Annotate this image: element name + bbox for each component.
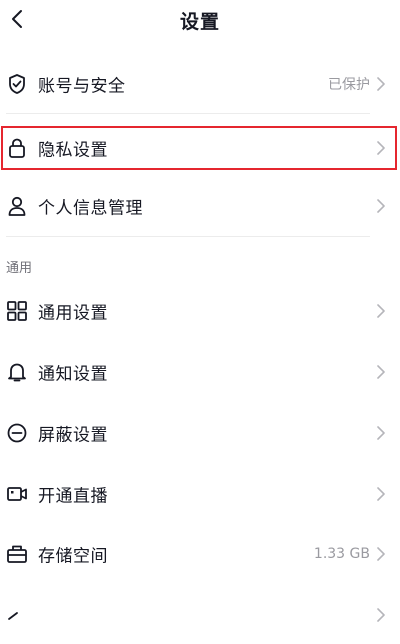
chevron-right-icon <box>377 199 385 213</box>
menu-item-label: 个人信息管理 <box>38 198 143 219</box>
chevron-right-icon <box>377 608 385 622</box>
menu-item-label: 存储空间 <box>38 546 108 567</box>
menu-item-label: 通知设置 <box>38 364 108 385</box>
section-title-general: 通用 <box>6 261 33 276</box>
menu-item-live-streaming[interactable]: 开通直播 <box>0 465 400 523</box>
partial-icon <box>6 604 28 626</box>
header: 设置 <box>0 0 400 40</box>
bell-icon <box>6 361 28 383</box>
menu-item-general-settings[interactable]: 通用设置 <box>0 282 400 340</box>
menu-item-label: 开通直播 <box>38 486 108 507</box>
highlight-box <box>1 126 397 170</box>
person-icon <box>6 195 28 217</box>
video-camera-icon <box>6 483 28 505</box>
menu-item-notification-settings[interactable]: 通知设置 <box>0 343 400 401</box>
storage-box-icon <box>6 543 28 565</box>
chevron-right-icon <box>377 426 385 440</box>
chevron-right-icon <box>377 547 385 561</box>
menu-item-partial[interactable] <box>0 586 400 644</box>
chevron-right-icon <box>377 304 385 318</box>
chevron-right-icon <box>377 365 385 379</box>
menu-item-personal-info[interactable]: 个人信息管理 <box>0 177 400 235</box>
chevron-right-icon <box>377 487 385 501</box>
menu-item-label: 屏蔽设置 <box>38 425 108 446</box>
chevron-right-icon <box>377 77 385 91</box>
menu-item-account-security[interactable]: 账号与安全 已保护 <box>0 55 400 113</box>
page-title: 设置 <box>179 11 220 33</box>
shield-check-icon <box>6 73 28 95</box>
block-icon <box>6 422 28 444</box>
grid-icon <box>6 300 28 322</box>
menu-item-label: 账号与安全 <box>38 76 126 97</box>
menu-item-label: 通用设置 <box>38 303 108 324</box>
menu-item-value: 1.33 GB <box>313 546 370 562</box>
divider <box>6 113 370 114</box>
menu-item-storage[interactable]: 存储空间 1.33 GB <box>0 525 400 583</box>
divider <box>6 236 370 237</box>
menu-item-value: 已保护 <box>328 77 370 93</box>
menu-item-block-settings[interactable]: 屏蔽设置 <box>0 404 400 462</box>
